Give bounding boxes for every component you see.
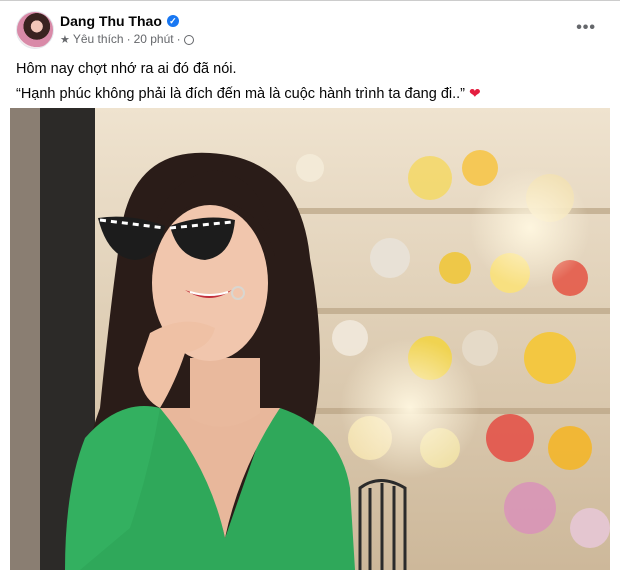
post-body: Hôm nay chợt nhớ ra ai đó đã nói. “Hạnh … xyxy=(16,57,604,106)
post-text-line-2: “Hạnh phúc không phải là đích đến mà là … xyxy=(16,81,604,106)
meta-separator-2: · xyxy=(176,32,181,46)
author-avatar[interactable] xyxy=(16,11,54,49)
post-meta: ★ Yêu thích · 20 phút · xyxy=(60,32,194,46)
post-photo[interactable] xyxy=(10,108,610,570)
verified-badge-icon: ✓ xyxy=(166,15,179,27)
author-name[interactable]: Dang Thu Thao xyxy=(60,13,162,29)
meta-separator: · xyxy=(126,32,131,46)
favorite-label: Yêu thích xyxy=(72,32,124,46)
more-options-button[interactable]: ••• xyxy=(576,19,596,37)
globe-icon xyxy=(183,35,194,45)
star-icon: ★ xyxy=(60,33,70,46)
post-time[interactable]: 20 phút xyxy=(134,32,174,46)
top-divider xyxy=(0,0,620,1)
heart-icon: ❤ xyxy=(469,85,481,101)
post-header: Dang Thu Thao ✓ ★ Yêu thích · 20 phút · … xyxy=(16,11,610,51)
post-text-line-1: Hôm nay chợt nhớ ra ai đó đã nói. xyxy=(16,61,237,77)
photo-illustration xyxy=(10,108,610,570)
author-line: Dang Thu Thao ✓ xyxy=(60,13,179,29)
post-quote: “Hạnh phúc không phải là đích đến mà là … xyxy=(16,86,465,102)
facebook-post: Dang Thu Thao ✓ ★ Yêu thích · 20 phút · … xyxy=(0,0,620,570)
